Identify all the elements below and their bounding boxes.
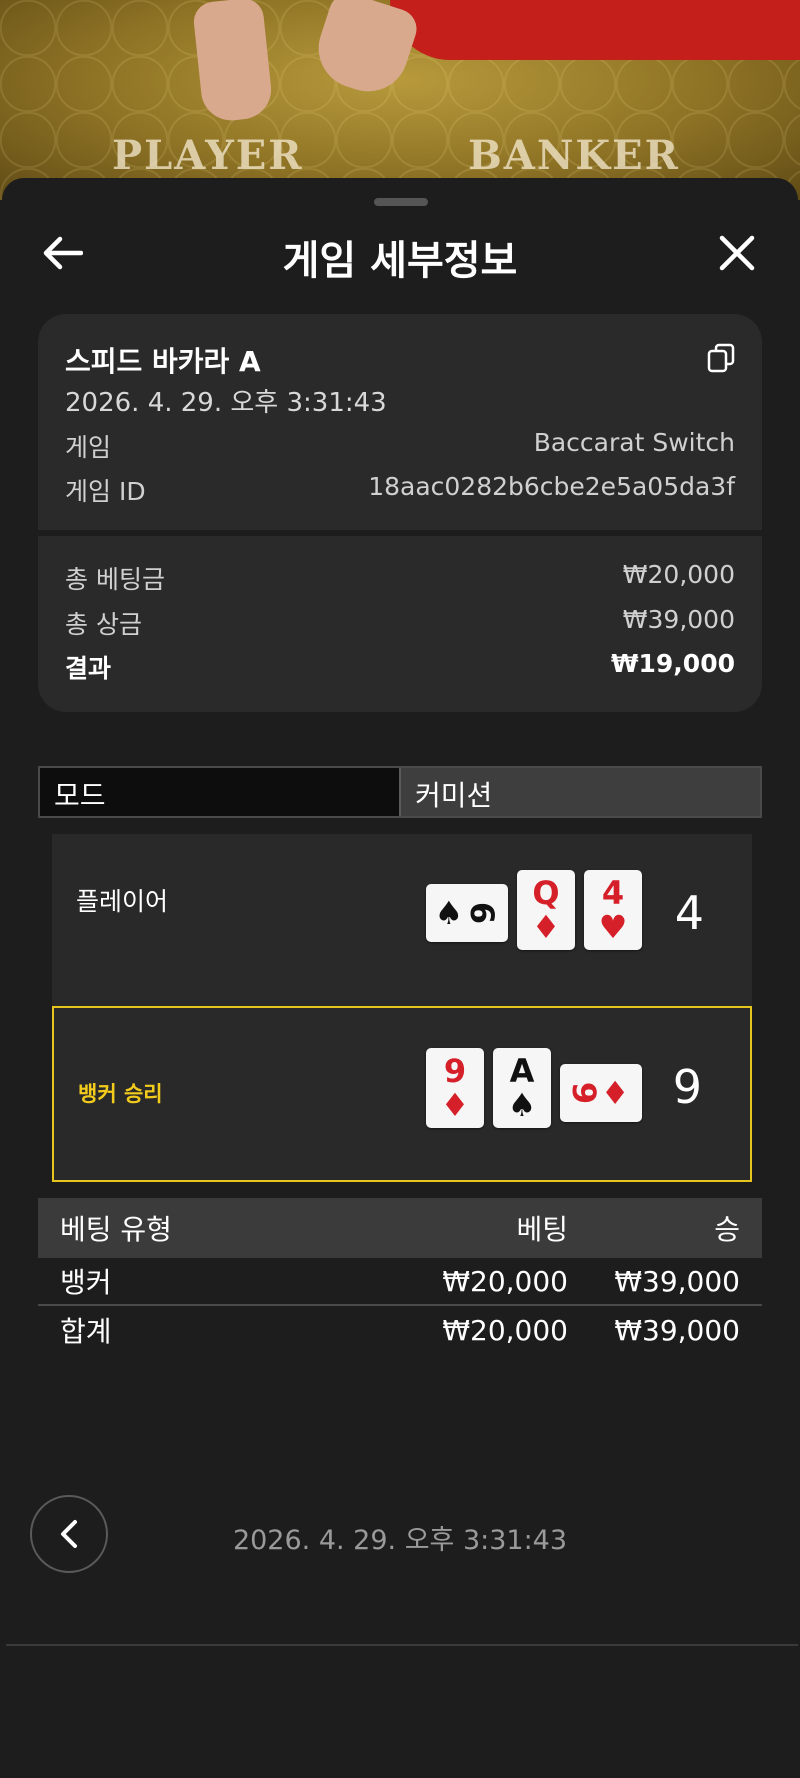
player-hand: 플레이어 ♠ 6 Q ♦ 4 ♥ 4 bbox=[52, 834, 752, 1010]
tab-mode[interactable]: 모드 bbox=[40, 768, 399, 816]
player-hand-label: 플레이어 bbox=[76, 887, 169, 916]
card-rank: 6 bbox=[463, 901, 502, 925]
playing-card: 9 ♦ bbox=[426, 1048, 484, 1128]
total-bet-row: 총 베팅금 ₩20,000 bbox=[65, 560, 735, 596]
total-bet-label: 총 베팅금 bbox=[65, 565, 165, 594]
totals-card: 총 베팅금 ₩20,000 총 상금 ₩39,000 결과 ₩19,000 bbox=[38, 536, 762, 712]
playing-card: ♠ 6 bbox=[426, 884, 508, 942]
card-rank: 9 bbox=[564, 1081, 603, 1105]
result-label: 결과 bbox=[65, 654, 112, 683]
live-table-background: PLAYER BANKER bbox=[0, 0, 800, 200]
page-title: 게임 세부정보 bbox=[282, 238, 518, 284]
copy-button[interactable] bbox=[706, 342, 736, 374]
diamond-icon: ♦ bbox=[440, 1086, 470, 1124]
close-icon bbox=[719, 235, 755, 271]
spade-icon: ♠ bbox=[434, 894, 464, 932]
tab-commission[interactable]: 커미션 bbox=[399, 768, 760, 816]
game-type-row: 게임 Baccarat Switch bbox=[65, 428, 735, 464]
sheet-grabber[interactable] bbox=[374, 198, 428, 206]
diamond-icon: ♦ bbox=[600, 1074, 630, 1112]
card-rank: 4 bbox=[601, 874, 625, 912]
total-win-label: 총 상금 bbox=[65, 610, 142, 639]
copy-icon bbox=[707, 343, 735, 373]
banker-score: 9 bbox=[672, 1060, 702, 1114]
bet-amount-cell: ₩20,000 bbox=[442, 1264, 568, 1298]
close-button[interactable] bbox=[712, 228, 762, 278]
game-datetime: 2026. 4. 29. 오후 3:31:43 bbox=[65, 388, 387, 418]
table-label-banker: BANKER bbox=[468, 132, 680, 179]
total-label-cell: 합계 bbox=[60, 1315, 112, 1348]
spade-icon: ♠ bbox=[507, 1086, 537, 1124]
game-id-row: 게임 ID 18aac0282b6cbe2e5a05da3f bbox=[65, 472, 735, 508]
player-score: 4 bbox=[674, 886, 704, 940]
mode-tabs: 모드 커미션 bbox=[38, 766, 762, 818]
total-bet-cell: ₩20,000 bbox=[442, 1313, 568, 1347]
total-win-cell: ₩39,000 bbox=[614, 1313, 740, 1347]
playing-card: Q ♦ bbox=[517, 870, 575, 950]
playing-card: 9 ♦ bbox=[560, 1064, 642, 1122]
footer-datetime: 2026. 4. 29. 오후 3:31:43 bbox=[232, 1525, 568, 1556]
table-row: 뱅커 ₩20,000 ₩39,000 bbox=[38, 1258, 762, 1306]
result-row: 결과 ₩19,000 bbox=[65, 649, 735, 685]
card-rank: Q bbox=[532, 874, 560, 912]
heart-icon: ♥ bbox=[598, 908, 628, 946]
game-summary-card: 스피드 바카라 A 2026. 4. 29. 오후 3:31:43 게임 Bac… bbox=[38, 314, 762, 530]
sheet-header: 게임 세부정보 bbox=[2, 218, 798, 288]
playing-card: 4 ♥ bbox=[584, 870, 642, 950]
banker-win-label: 뱅커 승리 bbox=[78, 1082, 163, 1106]
game-id-value[interactable]: 18aac0282b6cbe2e5a05da3f bbox=[368, 472, 735, 508]
header-win: 승 bbox=[714, 1213, 740, 1246]
total-win-row: 총 상금 ₩39,000 bbox=[65, 605, 735, 641]
bets-table-header: 베팅 유형 베팅 승 bbox=[38, 1198, 762, 1258]
game-type-label: 게임 bbox=[65, 433, 112, 462]
header-bet-type: 베팅 유형 bbox=[60, 1213, 172, 1246]
bet-type-cell: 뱅커 bbox=[60, 1266, 112, 1299]
bets-table: 베팅 유형 베팅 승 뱅커 ₩20,000 ₩39,000 합계 ₩20,000… bbox=[38, 1198, 762, 1354]
total-bet-value: ₩20,000 bbox=[622, 560, 735, 589]
banker-hand: 뱅커 승리 9 ♦ A ♠ 9 ♦ 9 bbox=[52, 1006, 752, 1182]
diamond-icon: ♦ bbox=[531, 908, 561, 946]
dealer-left-hand bbox=[191, 0, 275, 124]
game-type-value: Baccarat Switch bbox=[533, 428, 735, 457]
playing-card: A ♠ bbox=[493, 1048, 551, 1128]
total-row: 합계 ₩20,000 ₩39,000 bbox=[38, 1306, 762, 1354]
total-win-value: ₩39,000 bbox=[622, 605, 735, 634]
card-rank: A bbox=[509, 1052, 535, 1090]
table-label-player: PLAYER bbox=[112, 132, 304, 179]
footer-divider bbox=[6, 1644, 798, 1646]
game-id-label: 게임 ID bbox=[65, 477, 146, 506]
dealer-sleeve bbox=[390, 0, 800, 60]
result-value: ₩19,000 bbox=[610, 649, 735, 678]
win-amount-cell: ₩39,000 bbox=[614, 1264, 740, 1298]
game-name: 스피드 바카라 A bbox=[65, 345, 261, 378]
header-bet: 베팅 bbox=[516, 1213, 568, 1246]
card-rank: 9 bbox=[443, 1052, 467, 1090]
